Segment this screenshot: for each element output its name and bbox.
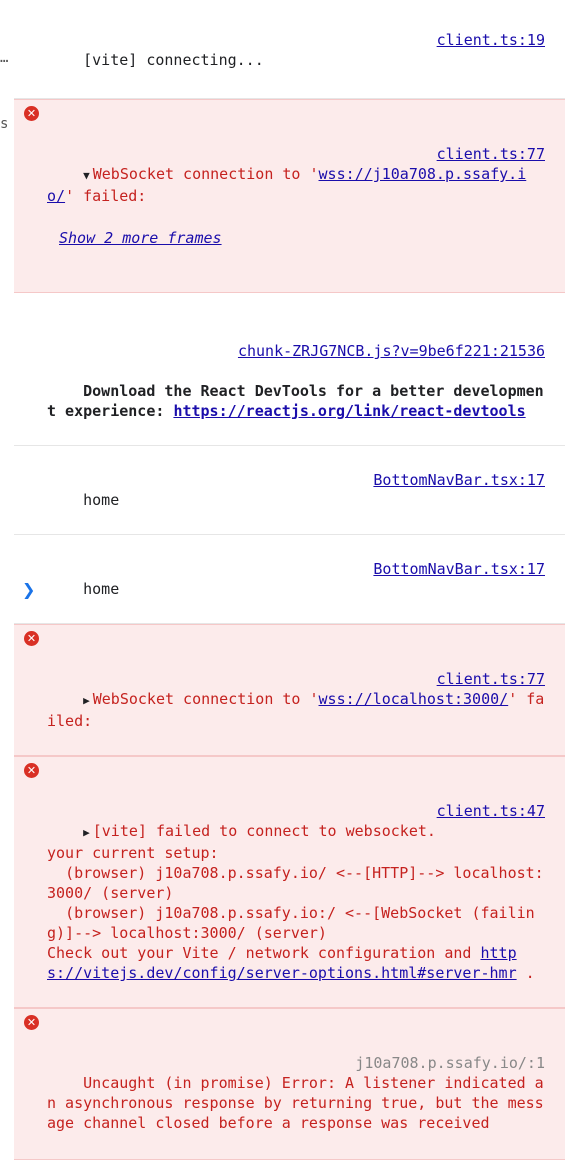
source-link[interactable]: client.ts:77 <box>436 669 545 689</box>
console-messages: client.ts:19 [vite] connecting... ✕ clie… <box>14 0 565 1160</box>
log-text: [vite] connecting... <box>83 51 264 69</box>
error-icon: ✕ <box>24 1015 39 1030</box>
log-message: BottomNavBar.tsx:17 home <box>14 446 565 535</box>
error-icon: ✕ <box>24 106 39 121</box>
show-more-frames-link[interactable]: Show 2 more frames <box>59 228 545 248</box>
source-link[interactable]: BottomNavBar.tsx:17 <box>373 559 545 579</box>
error-message: ✕ j10a708.p.ssafy.io/:1 Uncaught (in pro… <box>14 1008 565 1160</box>
log-text: home <box>83 580 120 598</box>
gutter-fragment: s <box>0 116 9 132</box>
error-icon: ✕ <box>24 631 39 646</box>
console-prompt-icon[interactable]: ❯ <box>22 580 35 599</box>
source-link[interactable]: BottomNavBar.tsx:17 <box>373 470 545 490</box>
log-message: chunk-ZRJG7NCB.js?v=9be6f221:21536 Downl… <box>14 293 565 446</box>
error-text: [vite] failed to connect to websocket. y… <box>47 822 544 962</box>
error-message: ✕ client.ts:77 ▼ WebSocket connection to … <box>14 99 565 293</box>
devtools-link[interactable]: https://reactjs.org/link/react-devtools <box>173 402 525 420</box>
log-message: BottomNavBar.tsx:17 home <box>14 535 565 624</box>
error-icon: ✕ <box>24 763 39 778</box>
expand-triangle-icon[interactable]: ▼ <box>83 169 90 182</box>
source-link[interactable]: client.ts:19 <box>437 30 545 50</box>
log-text: home <box>83 491 120 509</box>
source-link[interactable]: j10a708.p.ssafy.io/:1 <box>355 1053 545 1073</box>
gutter-fragment: … <box>0 50 9 66</box>
collapse-triangle-icon[interactable]: ▶ <box>83 694 90 707</box>
source-link[interactable]: chunk-ZRJG7NCB.js?v=9be6f221:21536 <box>47 341 545 361</box>
source-link[interactable]: client.ts:77 <box>436 144 545 164</box>
url-link[interactable]: wss://localhost:3000/ <box>319 690 509 708</box>
source-link[interactable]: client.ts:47 <box>436 801 545 821</box>
error-text: Uncaught (in promise) Error: A listener … <box>47 1074 544 1132</box>
log-message: client.ts:19 [vite] connecting... <box>14 0 565 99</box>
collapse-triangle-icon[interactable]: ▶ <box>83 826 90 839</box>
error-message: ✕ client.ts:47 ▶ [vite] failed to connect… <box>14 756 565 1008</box>
error-message: ✕ client.ts:77 ▶ WebSocket connection to … <box>14 624 565 756</box>
